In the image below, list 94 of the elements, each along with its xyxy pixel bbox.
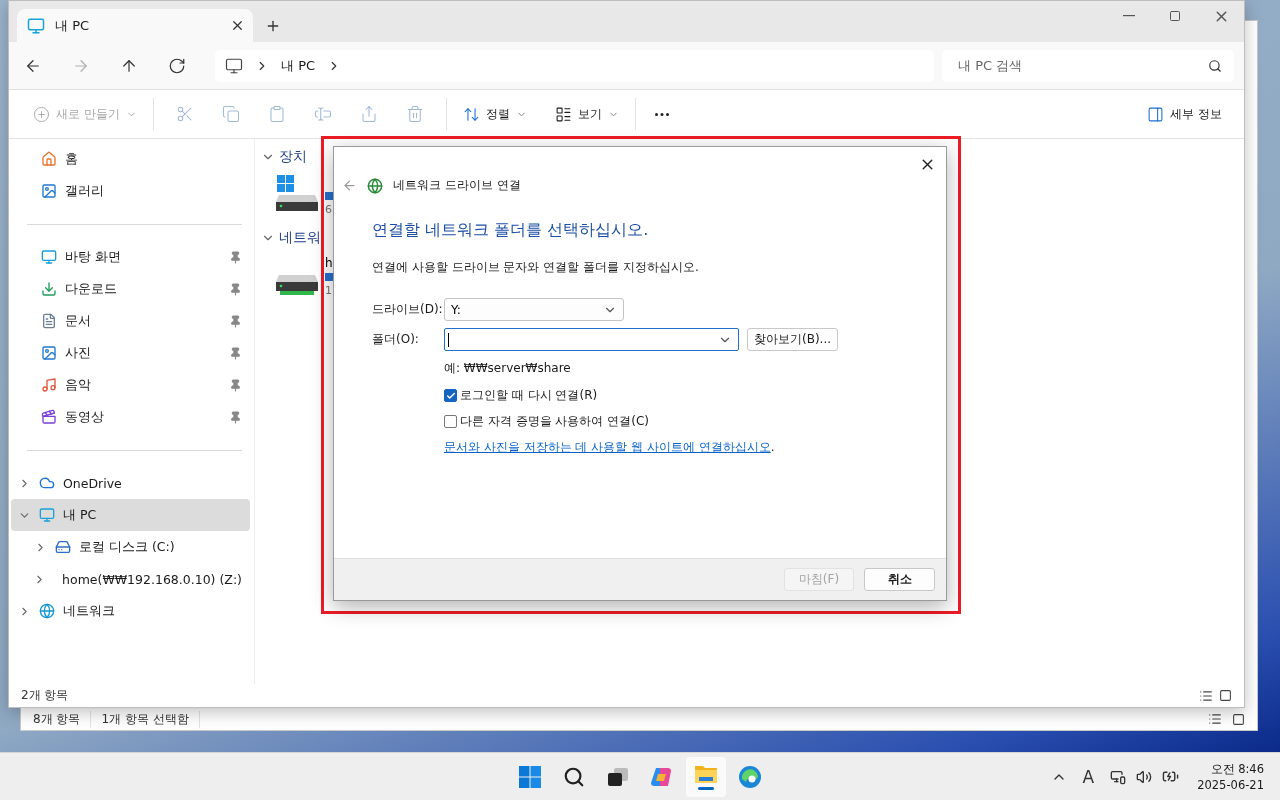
cut-icon	[175, 105, 194, 123]
task-view-icon	[607, 767, 629, 787]
sidebar-item[interactable]: home(₩₩192.168.0.10) (Z:)	[11, 563, 250, 595]
view-button[interactable]: 보기	[546, 98, 627, 130]
browse-button[interactable]: 찾아보기(B)...	[747, 328, 839, 351]
sidebar-item[interactable]: 동영상	[11, 401, 250, 433]
dialog-title: 네트워크 드라이브 연결	[393, 177, 521, 194]
drive-size: 1	[325, 284, 333, 297]
close-icon[interactable]	[230, 18, 245, 33]
network-icon	[39, 603, 55, 619]
copilot-icon	[650, 766, 674, 788]
sidebar-item[interactable]: 홈	[11, 143, 250, 175]
edge-browser-icon	[738, 765, 762, 789]
checkbox-label: 로그인할 때 다시 연결(R)	[460, 387, 598, 404]
network-drive-icon	[275, 274, 319, 296]
sidebar-item[interactable]: 문서	[11, 305, 250, 337]
input-method-indicator[interactable]: A	[1076, 766, 1101, 787]
cloud-icon	[39, 475, 55, 491]
list-layout-icon	[554, 105, 572, 123]
picture-icon	[41, 183, 57, 199]
picture-icon	[41, 345, 57, 361]
more-icon	[654, 112, 669, 116]
tiles-view-icon[interactable]	[1232, 712, 1245, 726]
website-link[interactable]: 문서와 사진을 저장하는 데 사용할 웹 사이트에 연결하십시오	[444, 440, 771, 454]
house-icon	[41, 151, 57, 167]
cancel-button[interactable]: 취소	[864, 568, 935, 591]
desktop-icon	[41, 249, 57, 265]
sidebar-item[interactable]: 다운로드	[11, 273, 250, 305]
search-field[interactable]: 내 PC 검색	[942, 49, 1234, 82]
search-icon	[563, 766, 585, 788]
computer-icon	[39, 507, 55, 523]
field-label: 드라이브(D):	[372, 301, 444, 318]
maximize-icon	[1169, 10, 1181, 22]
sidebar-item[interactable]: 로컬 디스크 (C:)	[11, 531, 250, 563]
usage-bar	[325, 192, 333, 200]
sort-arrows-icon	[462, 105, 480, 123]
rename-icon	[313, 105, 332, 123]
drive-select[interactable]: Y:	[444, 298, 624, 321]
sidebar-item[interactable]: OneDrive	[11, 467, 250, 499]
sidebar-item[interactable]: 바탕 화면	[11, 241, 250, 273]
sidebar-item[interactable]: 음악	[11, 369, 250, 401]
sidebar-item[interactable]: 사진	[11, 337, 250, 369]
tab[interactable]: 내 PC	[17, 9, 253, 42]
music-icon	[41, 377, 57, 393]
globe-icon	[367, 177, 383, 194]
details-button[interactable]: 세부 정보	[1139, 98, 1230, 130]
windows-logo-icon	[519, 766, 541, 788]
drive-name: h	[325, 256, 333, 270]
folder-icon	[694, 764, 718, 784]
computer-icon	[27, 16, 45, 35]
folder-combo[interactable]	[444, 328, 739, 351]
minimize-icon	[1123, 15, 1135, 17]
status-text: 1개 항목 선택함	[101, 710, 200, 728]
sidebar-item[interactable]: 네트워크	[11, 595, 250, 627]
status-text: 2개 항목	[21, 687, 69, 704]
breadcrumb[interactable]: 내 PC	[281, 56, 316, 75]
copy-icon	[221, 105, 240, 123]
checkbox-label: 다른 자격 증명을 사용하여 연결(C)	[460, 413, 649, 430]
example-text: 예: ₩₩server₩share	[444, 360, 572, 377]
group-heading: 장치	[279, 148, 307, 166]
checkbox[interactable]	[444, 415, 457, 428]
usage-bar	[325, 273, 333, 281]
field-label: 폴더(O):	[372, 331, 420, 348]
group-heading: 네트워	[279, 229, 321, 247]
drive-size: 6	[325, 203, 333, 216]
search-icon[interactable]	[1208, 58, 1222, 73]
clock[interactable]: 오전 8:46 2025-06-21	[1197, 760, 1264, 793]
link-sentence: 문서와 사진을 저장하는 데 사용할 웹 사이트에 연결하십시오.	[444, 439, 776, 456]
computer-icon	[225, 56, 243, 75]
download-icon	[41, 281, 57, 297]
sort-button[interactable]: 정렬	[454, 98, 535, 130]
checkbox[interactable]	[444, 389, 457, 402]
sidebar-item[interactable]: 갤러리	[11, 175, 250, 207]
network-icon[interactable]	[1110, 768, 1127, 785]
explorer-button[interactable]	[686, 757, 726, 797]
trash-icon	[405, 105, 424, 123]
refresh-icon	[168, 56, 186, 75]
share-icon	[359, 105, 378, 123]
volume-icon[interactable]	[1136, 768, 1153, 785]
description-text: 연결에 사용할 드라이브 문자와 연결할 폴더를 지정하십시오.	[372, 259, 700, 276]
side-panel-icon	[1147, 105, 1165, 123]
details-view-icon[interactable]	[1208, 712, 1222, 726]
sidebar-item[interactable]: 내 PC	[11, 499, 250, 531]
dialog-heading: 연결할 네트워크 폴더를 선택하십시오.	[372, 220, 650, 241]
document-icon	[41, 313, 57, 329]
video-icon	[41, 409, 57, 425]
clipboard-icon	[267, 105, 286, 123]
status-text: 8개 항목	[33, 710, 92, 728]
address-bar[interactable]: 내 PC	[215, 49, 934, 82]
tiles-view-icon[interactable]	[1219, 689, 1232, 702]
plus-circle-icon	[33, 105, 50, 123]
details-view-icon[interactable]	[1199, 688, 1213, 703]
drive-icon	[55, 539, 71, 555]
checkmark-icon	[445, 390, 456, 401]
